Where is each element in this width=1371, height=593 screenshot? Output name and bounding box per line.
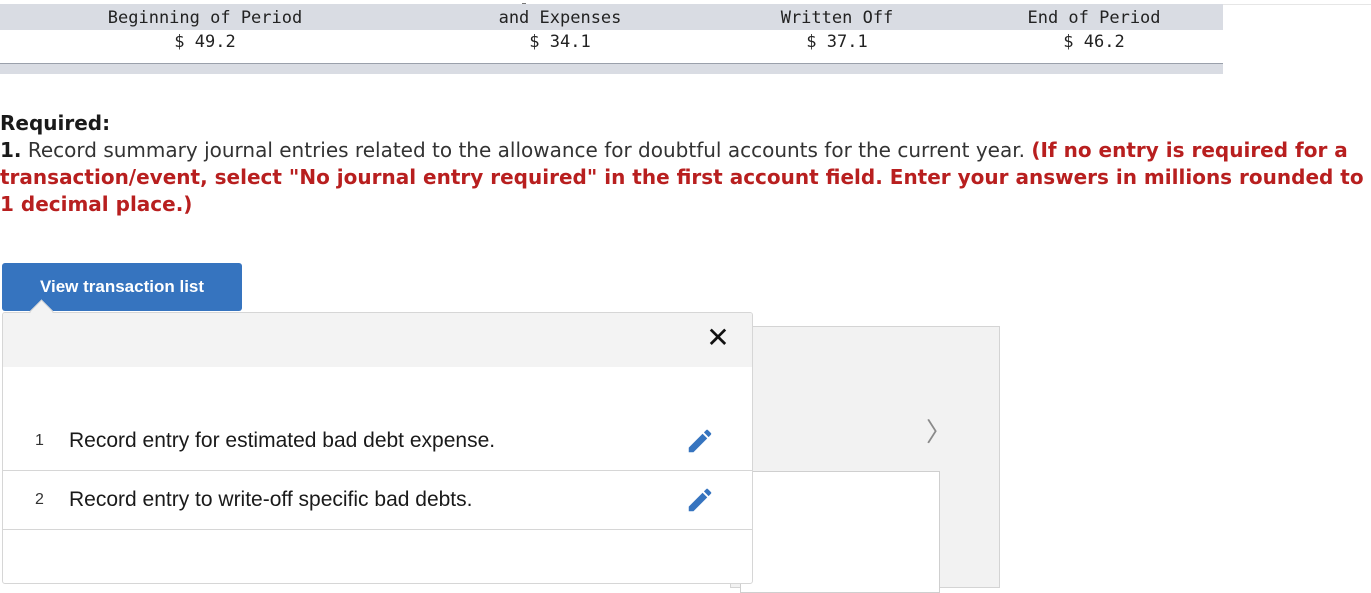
chevron-right-icon[interactable]: 〉 (926, 420, 952, 446)
transaction-item[interactable]: 2 Record entry to write-off specific bad… (3, 471, 752, 530)
col-header-end: End of Period (1027, 8, 1161, 28)
transaction-item[interactable]: 1 Record entry for estimated bad debt ex… (3, 412, 752, 471)
transaction-number: 2 (35, 491, 44, 508)
transaction-number: 1 (35, 432, 44, 449)
col-header-expenses: and Expenses (498, 8, 622, 28)
col-header-beginning: Beginning of Period (107, 8, 303, 28)
clipped-text-mark (522, 3, 526, 4)
requirement-number: 1. (0, 138, 22, 162)
popover-header: ✕ (3, 313, 752, 367)
value-written-off: $ 37.1 (806, 32, 868, 52)
divider (1223, 4, 1371, 5)
required-heading: Required: (0, 111, 111, 135)
value-end: $ 46.2 (1063, 32, 1125, 52)
transaction-description: Record entry to write-off specific bad d… (69, 488, 473, 511)
value-expenses: $ 34.1 (529, 32, 591, 52)
transaction-list-popover: ✕ 1 Record entry for estimated bad debt … (2, 312, 753, 584)
close-icon[interactable]: ✕ (703, 323, 733, 353)
pencil-icon[interactable] (685, 485, 715, 515)
col-header-written-off: Written Off (780, 8, 894, 28)
pencil-icon[interactable] (685, 426, 715, 456)
requirement-text: Record summary journal entries related t… (21, 138, 1032, 162)
journal-panel-inner (740, 471, 940, 593)
value-beginning: $ 49.2 (174, 32, 236, 52)
required-instructions: 1. Record summary journal entries relate… (0, 137, 1368, 218)
table-footer (0, 63, 1223, 74)
transaction-description: Record entry for estimated bad debt expe… (69, 429, 496, 452)
